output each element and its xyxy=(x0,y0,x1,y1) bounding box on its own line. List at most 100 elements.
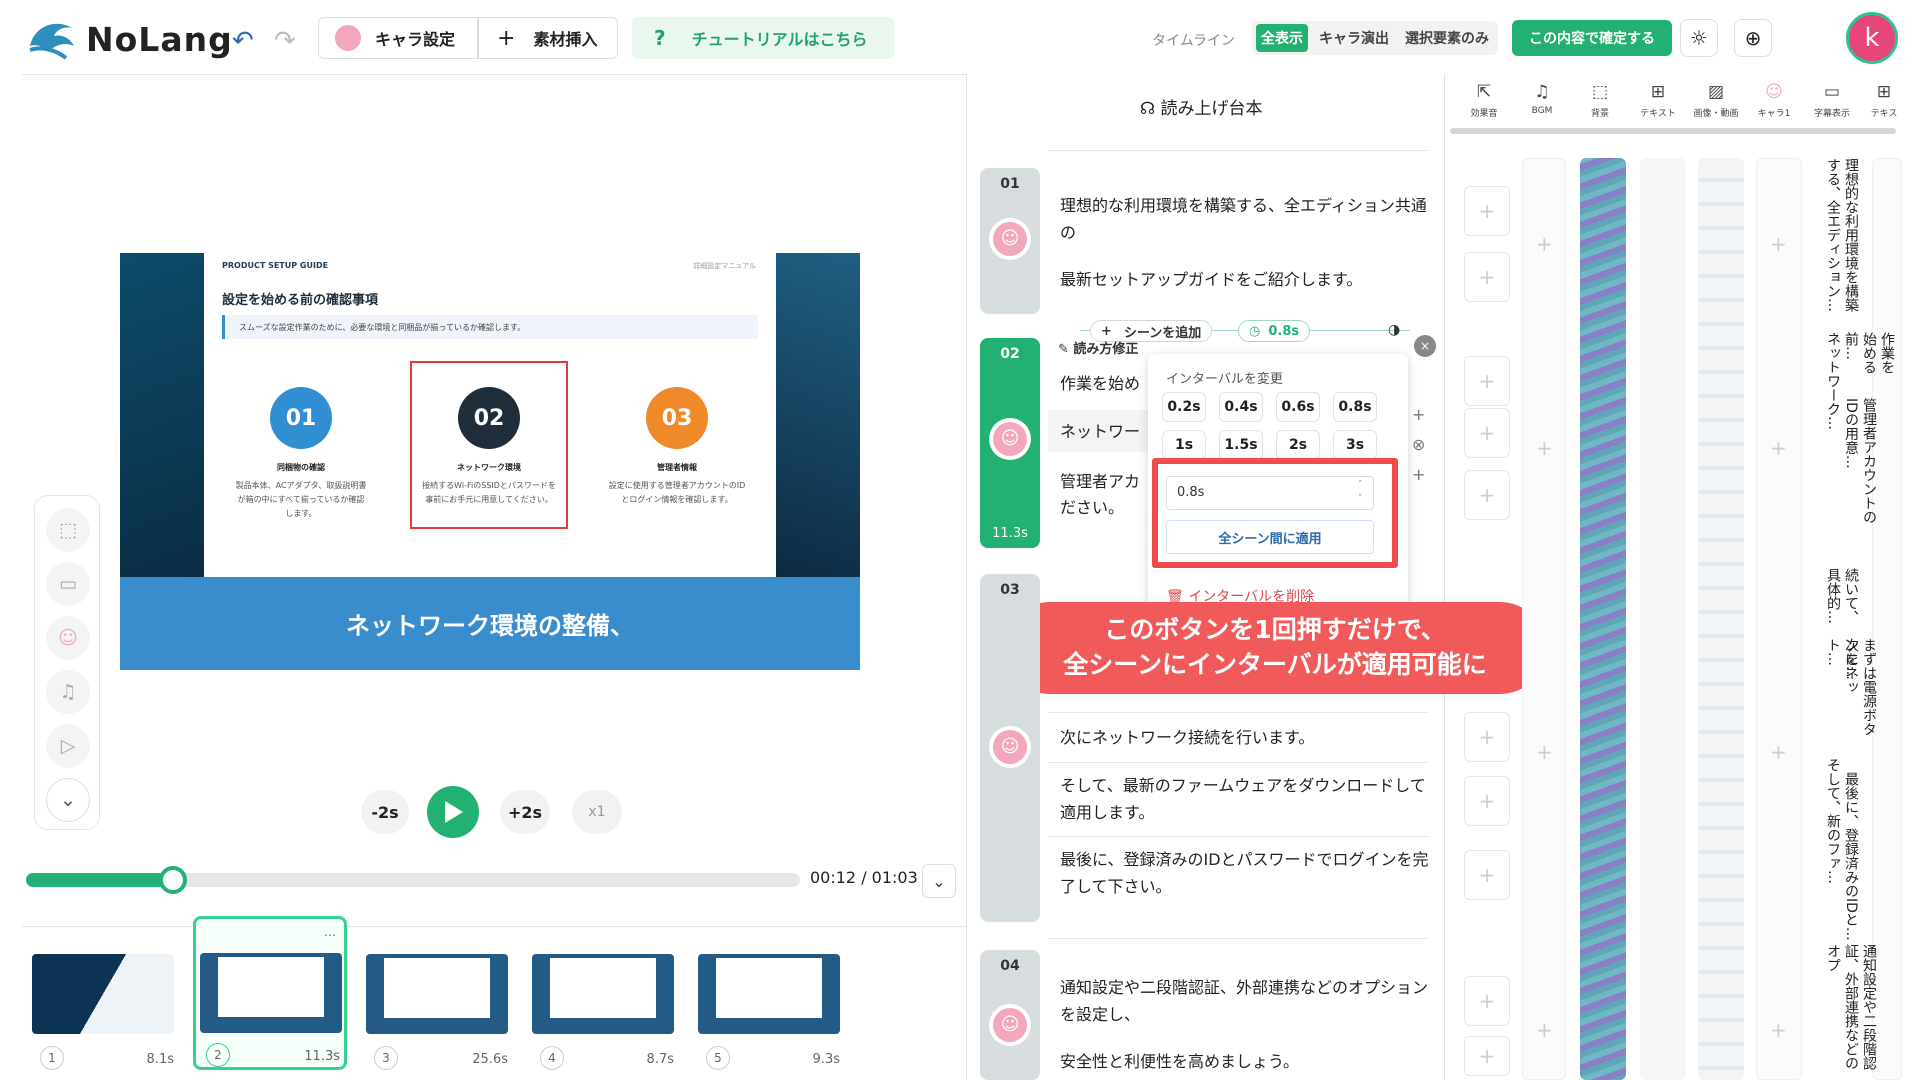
insert-material-button[interactable]: + 素材挿入 xyxy=(478,17,618,59)
background-clip[interactable] xyxy=(1580,158,1626,1080)
view-all-tab[interactable]: 全表示 xyxy=(1256,24,1308,52)
close-icon[interactable]: × xyxy=(1414,335,1436,357)
music-icon[interactable]: ♫ xyxy=(46,670,90,714)
add-sfx-button[interactable]: + xyxy=(1464,408,1510,458)
subtitle-clip[interactable]: 理想的な利用環境を構築する、全エディション… xyxy=(1824,158,1860,318)
timeline-track-background[interactable]: ⬚ 背景 xyxy=(1574,82,1626,119)
subtitle-clip[interactable]: 次にネット… xyxy=(1824,638,1860,714)
view-selected-tab[interactable]: 選択要素のみ xyxy=(1400,24,1494,52)
add-bgm-icon[interactable]: + xyxy=(1536,232,1553,256)
script-line[interactable]: 最新セットアップガイドをご紹介します。 xyxy=(1060,266,1430,293)
theme-icon[interactable]: ☼ xyxy=(1680,19,1718,57)
frame-icon[interactable]: ⬚ xyxy=(46,508,90,552)
add-sfx-button[interactable]: + xyxy=(1464,712,1510,762)
scene-2-marker[interactable]: 02 ☺ 11.3s xyxy=(980,338,1040,548)
user-avatar[interactable]: k xyxy=(1846,12,1898,64)
interval-badge[interactable]: ◷ 0.8s xyxy=(1238,320,1311,342)
scene-thumbnail-selected[interactable]: 2 11.3s… xyxy=(193,916,347,1070)
script-line[interactable]: ださい。 xyxy=(1060,494,1150,521)
script-line[interactable]: ネットワー xyxy=(1060,418,1150,445)
interval-option[interactable]: 1s xyxy=(1162,430,1206,460)
subtitle-clip[interactable]: 最後に、登録済みのIDと… xyxy=(1842,772,1860,942)
timeline-track-bgm[interactable]: ♫ BGM xyxy=(1516,82,1568,116)
interval-option[interactable]: 0.4s xyxy=(1219,392,1263,422)
add-sfx-button[interactable]: + xyxy=(1464,850,1510,900)
add-sfx-button[interactable]: + xyxy=(1464,976,1510,1026)
tutorial-button[interactable]: ? チュートリアルはこちら xyxy=(632,17,894,59)
subtitle-clip[interactable]: 通知設定や二段階認証、外部連携などのオプ xyxy=(1824,944,1878,1080)
contrast-icon[interactable]: ◑ xyxy=(1388,322,1400,338)
interval-option[interactable]: 2s xyxy=(1276,430,1320,460)
script-line[interactable]: 管理者アカ xyxy=(1060,468,1150,495)
script-line[interactable]: 通知設定や二段階認証、外部連携などのオプションを設定し、 xyxy=(1060,974,1430,1028)
subtitle-clip[interactable]: そして、新のファ… xyxy=(1824,758,1842,898)
script-line[interactable]: 作業を始め xyxy=(1060,370,1150,397)
add-chara-icon[interactable]: + xyxy=(1770,436,1787,460)
interval-option[interactable]: 1.5s xyxy=(1219,430,1263,460)
scene-4-marker[interactable]: 04 ☺ xyxy=(980,950,1040,1080)
rewind-button[interactable]: -2s xyxy=(361,790,409,834)
chara-icon[interactable]: ☺ xyxy=(46,616,90,660)
script-line[interactable]: 安全性と利便性を高めましょう。 xyxy=(1060,1048,1430,1075)
scene-3-marker[interactable]: 03 ☺ xyxy=(980,574,1040,922)
script-line[interactable]: 最後に、登録済みのIDとパスワードでログインを完了して下さい。 xyxy=(1060,846,1430,900)
redo-icon[interactable]: ↷ xyxy=(274,26,296,56)
timeline-track-subtitle[interactable]: ▭ 字幕表示 xyxy=(1806,82,1858,119)
view-chara-tab[interactable]: キャラ演出 xyxy=(1314,24,1394,52)
add-chara-icon[interactable]: + xyxy=(1770,232,1787,256)
timeline-track-text-2[interactable]: ⊞ テキス xyxy=(1864,82,1904,119)
add-sfx-button[interactable]: + xyxy=(1464,186,1510,236)
interval-option[interactable]: 3s xyxy=(1333,430,1377,460)
forward-button[interactable]: +2s xyxy=(500,790,550,834)
interval-option[interactable]: 0.6s xyxy=(1276,392,1320,422)
scene-thumbnail[interactable]: 4 8.7s xyxy=(528,950,678,1070)
edit-reading-button[interactable]: ✎ 読み方修正 xyxy=(1058,338,1138,357)
add-sfx-button[interactable]: + xyxy=(1464,470,1510,520)
timeline-scrollbar[interactable] xyxy=(1450,128,1896,134)
add-sfx-button[interactable]: + xyxy=(1464,252,1510,302)
subtitle-icon[interactable]: ▭ xyxy=(46,562,90,606)
add-bgm-icon[interactable]: + xyxy=(1536,1018,1553,1042)
add-bgm-icon[interactable]: + xyxy=(1536,740,1553,764)
chara-settings-button[interactable]: キャラ設定 xyxy=(318,17,478,59)
timeline-track-media[interactable]: ▨ 画像・動画 xyxy=(1690,82,1742,119)
confirm-button[interactable]: この内容で確定する xyxy=(1512,20,1672,56)
seek-bar[interactable] xyxy=(26,866,800,894)
chevron-down-icon[interactable]: ⌄ xyxy=(46,778,90,822)
speed-button[interactable]: x1 xyxy=(572,790,622,834)
script-line[interactable]: 次にネットワーク接続を行います。 xyxy=(1060,724,1430,751)
add-bgm-icon[interactable]: + xyxy=(1536,436,1553,460)
script-line[interactable]: 理想的な利用環境を構築する、全エディション共通の xyxy=(1060,192,1430,246)
timeline-track-text[interactable]: ⊞ テキスト xyxy=(1632,82,1684,119)
app-logo[interactable]: NoLang xyxy=(86,20,233,59)
chevron-down-icon[interactable]: ⌄ xyxy=(922,864,956,898)
language-icon[interactable]: ⊕ xyxy=(1734,19,1772,57)
seek-handle[interactable] xyxy=(159,866,188,894)
more-icon[interactable]: … xyxy=(324,925,336,939)
effect-icon[interactable]: ▷ xyxy=(46,724,90,768)
script-line[interactable]: そして、最新のファームウェアをダウンロードして適用します。 xyxy=(1060,772,1430,826)
slide-preview[interactable]: PRODUCT SETUP GUIDE 詳細設定マニュアル 設定を始める前の確認… xyxy=(120,253,860,670)
slide-doc-title: 詳細設定マニュアル xyxy=(693,262,756,270)
scene-thumbnail[interactable]: 5 9.3s xyxy=(694,950,844,1070)
timeline-track-sfx[interactable]: ⇱ 効果音 xyxy=(1458,82,1510,119)
subtitle-clip[interactable]: ネットワーク… xyxy=(1824,332,1842,452)
interval-option[interactable]: 0.2s xyxy=(1162,392,1206,422)
subtitle-clip[interactable]: 続いて、具体的… xyxy=(1824,568,1860,624)
add-chara-icon[interactable]: + xyxy=(1770,740,1787,764)
scene-thumbnail[interactable]: 1 8.1s xyxy=(28,950,178,1070)
add-sfx-button[interactable]: + xyxy=(1464,356,1510,406)
undo-icon[interactable]: ↶ xyxy=(232,26,254,56)
popup-side-controls[interactable]: + ⊗ + xyxy=(1412,400,1425,490)
add-sfx-button[interactable]: + xyxy=(1464,1036,1510,1076)
play-button[interactable] xyxy=(427,786,479,838)
scene-thumbnail[interactable]: 3 25.6s xyxy=(362,950,512,1070)
scene-1-marker[interactable]: 01 ☺ xyxy=(980,168,1040,314)
subtitle-clip[interactable]: 管理者アカウントのIDの用意… xyxy=(1842,398,1878,538)
add-chara-icon[interactable]: + xyxy=(1770,1018,1787,1042)
add-sfx-button[interactable]: + xyxy=(1464,776,1510,826)
interval-option[interactable]: 0.8s xyxy=(1333,392,1377,422)
timeline-track-chara[interactable]: ☺ キャラ1 xyxy=(1748,82,1800,119)
media-clip[interactable] xyxy=(1698,158,1744,1080)
subtitle-clip[interactable]: 作業を始める前… xyxy=(1842,332,1896,384)
